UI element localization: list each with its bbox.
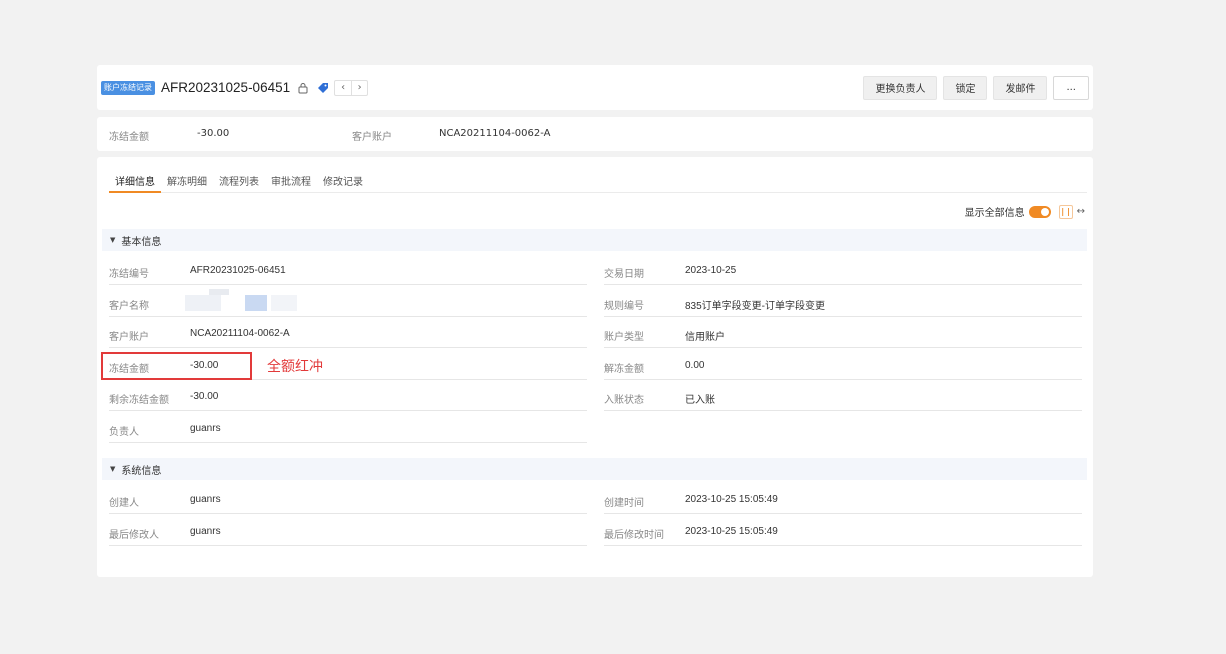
field-label: 创建时间	[604, 498, 644, 509]
field-owner: 负责人 guanrs	[109, 413, 587, 443]
field-creator: 创建人 guanrs	[109, 484, 587, 514]
summary-customer-account-link[interactable]: NCA20211104-0062-A	[439, 128, 551, 139]
summary-frozen-amount-value: -30.00	[197, 128, 230, 139]
field-value: guanrs	[190, 494, 221, 505]
field-label: 客户账户	[109, 332, 149, 343]
header-actions: 更换负责人 锁定 发邮件 ...	[863, 75, 1089, 100]
object-type-badge: 账户冻结记录	[101, 80, 155, 95]
tab-change-log[interactable]: 修改记录	[317, 167, 369, 193]
field-modified-at: 最后修改时间 2023-10-25 15:05:49	[604, 516, 1082, 546]
field-label: 最后修改时间	[604, 530, 664, 541]
customer-account-link[interactable]: NCA20211104-0062-A	[190, 328, 290, 339]
field-unfrozen-amount: 解冻金额 0.00	[604, 350, 1082, 380]
more-button[interactable]: ...	[1053, 75, 1089, 100]
field-value: 信用账户	[685, 332, 725, 343]
field-label: 创建人	[109, 498, 139, 509]
field-label: 入账状态	[604, 395, 644, 406]
field-label: 客户名称	[109, 301, 149, 312]
tab-unfreeze-details[interactable]: 解冻明细	[161, 167, 213, 193]
field-value: guanrs	[190, 526, 221, 537]
section-basic-info-title: 基本信息	[121, 236, 162, 248]
annotation-text: 全额红冲	[267, 359, 323, 375]
field-value: 2023-10-25 15:05:49	[685, 526, 778, 537]
column-layout-icon[interactable]: | |	[1058, 204, 1073, 219]
tab-approval-flow[interactable]: 审批流程	[265, 167, 317, 193]
next-record-button[interactable]: ›	[351, 80, 367, 95]
field-value: guanrs	[190, 423, 221, 434]
field-label: 冻结编号	[109, 269, 149, 280]
tab-process-list[interactable]: 流程列表	[213, 167, 265, 193]
section-system-info[interactable]: ▼ 系统信息	[102, 458, 1087, 480]
field-value: 2023-10-25	[685, 265, 737, 276]
field-label: 交易日期	[604, 269, 644, 280]
detail-toolbar: 显示全部信息 | | ↔	[965, 204, 1085, 219]
record-header: 账户冻结记录 AFR20231025-06451 ‹ › 更换负责人 锁定 发邮…	[97, 65, 1093, 110]
field-label: 解冻金额	[604, 364, 644, 375]
show-all-label: 显示全部信息	[964, 208, 1025, 219]
summary-frozen-amount-label: 冻结金额	[109, 132, 149, 143]
field-rule-no: 规则编号 835订单字段变更-订单字段变更	[604, 287, 1082, 317]
tab-bar: 详细信息 解冻明细 流程列表 审批流程 修改记录	[109, 167, 1087, 193]
field-label: 剩余冻结金额	[109, 395, 169, 406]
field-label: 最后修改人	[109, 530, 159, 541]
field-created-at: 创建时间 2023-10-25 15:05:49	[604, 484, 1082, 514]
field-trade-date: 交易日期 2023-10-25	[604, 255, 1082, 285]
tab-details[interactable]: 详细信息	[109, 167, 161, 193]
field-freeze-no: 冻结编号 AFR20231025-06451	[109, 255, 587, 285]
field-value: 2023-10-25 15:05:49	[685, 494, 778, 505]
field-remaining-frozen: 剩余冻结金额 -30.00	[109, 381, 587, 411]
field-customer-name: 客户名称	[109, 287, 587, 317]
field-label: 负责人	[109, 427, 139, 438]
tag-icon[interactable]	[316, 81, 330, 95]
show-all-toggle[interactable]	[1028, 205, 1051, 218]
field-value: AFR20231025-06451	[190, 265, 286, 276]
record-title: AFR20231025-06451	[161, 80, 291, 95]
field-posting-status: 入账状态 已入账	[604, 381, 1082, 411]
summary-customer-account-label: 客户账户	[352, 132, 392, 143]
section-system-info-title: 系统信息	[121, 465, 162, 477]
summary-bar: 冻结金额 -30.00 客户账户 NCA20211104-0062-A	[97, 117, 1093, 151]
change-owner-button[interactable]: 更换负责人	[863, 75, 938, 100]
prev-record-button[interactable]: ‹	[335, 81, 351, 95]
field-modifier: 最后修改人 guanrs	[109, 516, 587, 546]
rule-no-link[interactable]: 835订单字段变更-订单字段变更	[685, 297, 825, 312]
field-value: 已入账	[685, 395, 715, 406]
field-value: 0.00	[685, 360, 705, 371]
lock-icon[interactable]	[296, 81, 310, 95]
lock-button[interactable]: 锁定	[943, 75, 988, 100]
field-account-type: 账户类型 信用账户	[604, 318, 1082, 348]
field-label: 账户类型	[604, 332, 644, 343]
collapse-caret-icon: ▼	[110, 236, 116, 244]
section-basic-info[interactable]: ▼ 基本信息	[102, 229, 1087, 251]
field-label: 规则编号	[604, 301, 644, 312]
send-mail-button[interactable]: 发邮件	[993, 75, 1048, 100]
field-customer-account: 客户账户 NCA20211104-0062-A	[109, 318, 587, 348]
redacted-customer-name	[185, 289, 297, 311]
expand-width-icon[interactable]: ↔	[1077, 206, 1085, 217]
annotation-highlight-box	[101, 352, 252, 380]
collapse-caret-icon: ▼	[110, 465, 116, 473]
field-value: -30.00	[190, 391, 219, 402]
record-nav: ‹ ›	[334, 79, 369, 96]
